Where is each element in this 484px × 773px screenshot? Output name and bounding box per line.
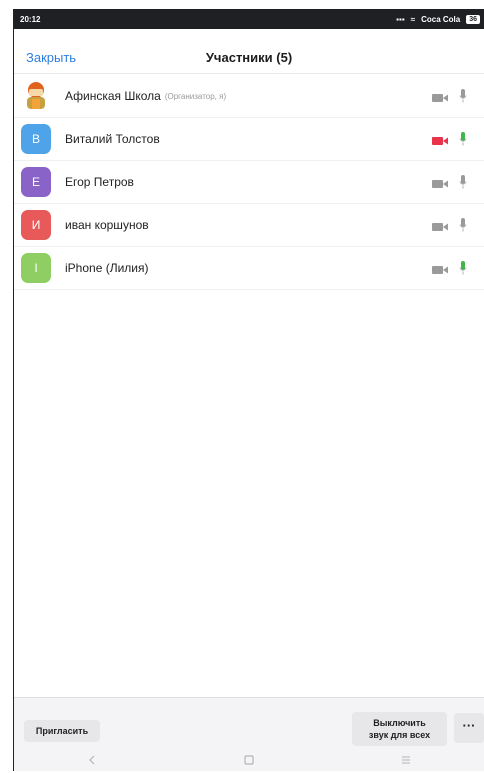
- status-carrier: Coca Cola: [421, 14, 461, 24]
- video-camera-icon: [432, 133, 449, 151]
- video-camera-icon: [432, 176, 449, 194]
- participant-name: Виталий Толстов: [65, 132, 160, 146]
- participant-name: Афинская Школа: [65, 89, 161, 103]
- participant-row[interactable]: В Виталий Толстов: [14, 118, 484, 161]
- video-camera-icon: [432, 262, 449, 280]
- participant-row[interactable]: Афинская Школа (Организатор, я): [14, 75, 484, 118]
- close-button[interactable]: Закрыть: [26, 50, 76, 65]
- participant-row[interactable]: Ииван коршунов: [14, 204, 484, 247]
- participant-status-icons: [432, 218, 467, 238]
- participant-role: (Организатор, я): [164, 91, 227, 101]
- participant-name: iPhone (Лилия): [65, 261, 149, 275]
- participant-row[interactable]: IiPhone (Лилия): [14, 247, 484, 290]
- participant-status-icons: [432, 89, 467, 109]
- microphone-icon: [459, 89, 467, 109]
- status-time: 20:12: [20, 14, 41, 24]
- participant-list: Афинская Школа (Организатор, я) В Виталий Т…: [14, 75, 484, 290]
- recents-icon[interactable]: [401, 752, 411, 770]
- avatar: I: [21, 253, 51, 283]
- mute-all-label-line1: Выключить: [373, 718, 426, 728]
- status-indicators: ▪▪▪ ≈ Coca Cola 36: [396, 14, 480, 24]
- back-icon[interactable]: [87, 752, 97, 770]
- participant-name: иван коршунов: [65, 218, 149, 232]
- more-options-button[interactable]: ···: [454, 713, 484, 743]
- participant-row[interactable]: Е Егор Петров: [14, 161, 484, 204]
- tablet-screen: 20:12 ▪▪▪ ≈ Coca Cola 36 Участники (5) З…: [13, 9, 484, 771]
- avatar: В: [21, 124, 51, 154]
- microphone-icon: [459, 175, 467, 195]
- page-title: Участники (5): [205, 50, 293, 65]
- invite-button[interactable]: Пригласить: [24, 720, 100, 742]
- mute-all-button[interactable]: Выключить звук для всех: [352, 712, 447, 746]
- avatar: Е: [21, 167, 51, 197]
- status-bar: 20:12 ▪▪▪ ≈ Coca Cola 36: [14, 9, 484, 29]
- wifi-icon: ≈: [410, 14, 416, 24]
- bottom-action-bar: Пригласить Выключить звук для всех ···: [14, 697, 484, 752]
- video-camera-icon: [432, 219, 449, 237]
- microphone-icon: [459, 218, 467, 238]
- microphone-icon: [459, 132, 467, 152]
- participant-status-icons: [432, 132, 467, 152]
- system-navigation-bar: [14, 751, 484, 771]
- participants-header: Участники (5) Закрыть: [14, 29, 484, 74]
- avatar: [21, 81, 51, 111]
- participant-name: Егор Петров: [65, 175, 134, 189]
- battery-icon: 36: [466, 14, 480, 24]
- avatar: И: [21, 210, 51, 240]
- microphone-icon: [459, 261, 467, 281]
- signal-icon: ▪▪▪: [396, 14, 405, 24]
- mute-all-label-line2: звук для всех: [368, 730, 431, 740]
- participant-status-icons: [432, 175, 467, 195]
- home-icon[interactable]: [244, 752, 254, 770]
- video-camera-icon: [432, 90, 449, 108]
- participant-status-icons: [432, 261, 467, 281]
